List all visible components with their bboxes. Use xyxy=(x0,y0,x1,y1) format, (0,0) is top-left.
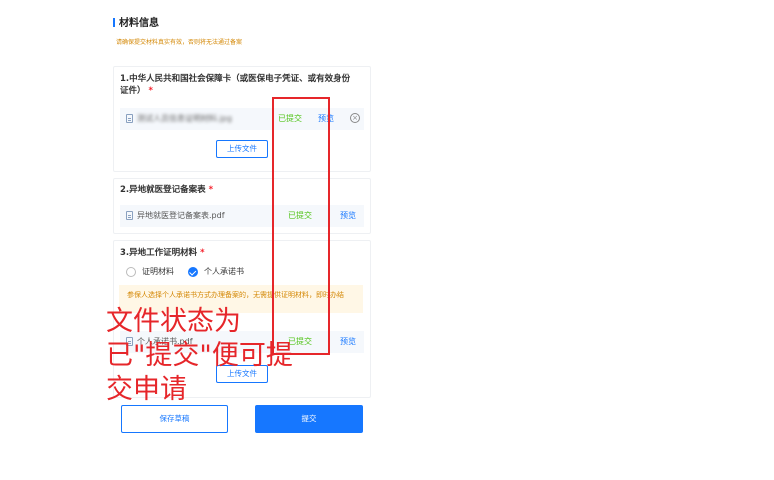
material-2-file-name[interactable]: 异地就医登记备案表.pdf xyxy=(137,210,225,221)
material-1-title-text: 1.中华人民共和国社会保障卡（或医保电子凭证、或有效身份证件） xyxy=(120,74,351,96)
annotation-text: 文件状态为已"提交"便可提交申请 xyxy=(106,306,293,405)
material-3-radio-group: 证明材料 个人承诺书 xyxy=(126,267,276,279)
file-icon xyxy=(126,114,133,123)
section-hint: 请确保提交材料真实有效，否则将无法通过备案 xyxy=(116,39,243,46)
radio-personal-commitment[interactable] xyxy=(188,267,198,277)
material-1-upload-button[interactable]: 上传文件 xyxy=(216,140,268,158)
material-card-2: 2.异地就医登记备案表 * 异地就医登记备案表.pdf 已提交 预览 xyxy=(113,178,371,234)
required-mark: * xyxy=(148,86,153,96)
material-3-title: 3.异地工作证明材料 * xyxy=(120,247,205,259)
material-1-title: 1.中华人民共和国社会保障卡（或医保电子凭证、或有效身份证件） * xyxy=(120,73,358,97)
radio-personal-commitment-label[interactable]: 个人承诺书 xyxy=(204,266,244,277)
radio-proof-material-label[interactable]: 证明材料 xyxy=(142,266,174,277)
material-2-title-text: 2.异地就医登记备案表 xyxy=(120,185,206,195)
material-card-1: 1.中华人民共和国社会保障卡（或医保电子凭证、或有效身份证件） * 测试人员信息证… xyxy=(113,66,371,172)
material-1-file-name[interactable]: 测试人员信息证明材料.jpg xyxy=(137,113,232,124)
radio-proof-material[interactable] xyxy=(126,267,136,277)
required-mark: * xyxy=(200,248,205,258)
close-circle-icon[interactable]: × xyxy=(350,113,360,123)
submit-button[interactable]: 提交 xyxy=(255,405,363,433)
material-3-preview-link[interactable]: 预览 xyxy=(340,336,356,347)
material-2-preview-link[interactable]: 预览 xyxy=(340,210,356,221)
material-3-title-text: 3.异地工作证明材料 xyxy=(120,248,198,258)
section-title-text: 材料信息 xyxy=(119,18,159,29)
material-2-title: 2.异地就医登记备案表 * xyxy=(120,184,213,196)
section-title: 材料信息 xyxy=(113,14,159,29)
save-draft-button[interactable]: 保存草稿 xyxy=(121,405,228,433)
required-mark: * xyxy=(208,185,214,195)
title-accent-bar xyxy=(113,18,115,27)
file-icon xyxy=(126,211,133,220)
